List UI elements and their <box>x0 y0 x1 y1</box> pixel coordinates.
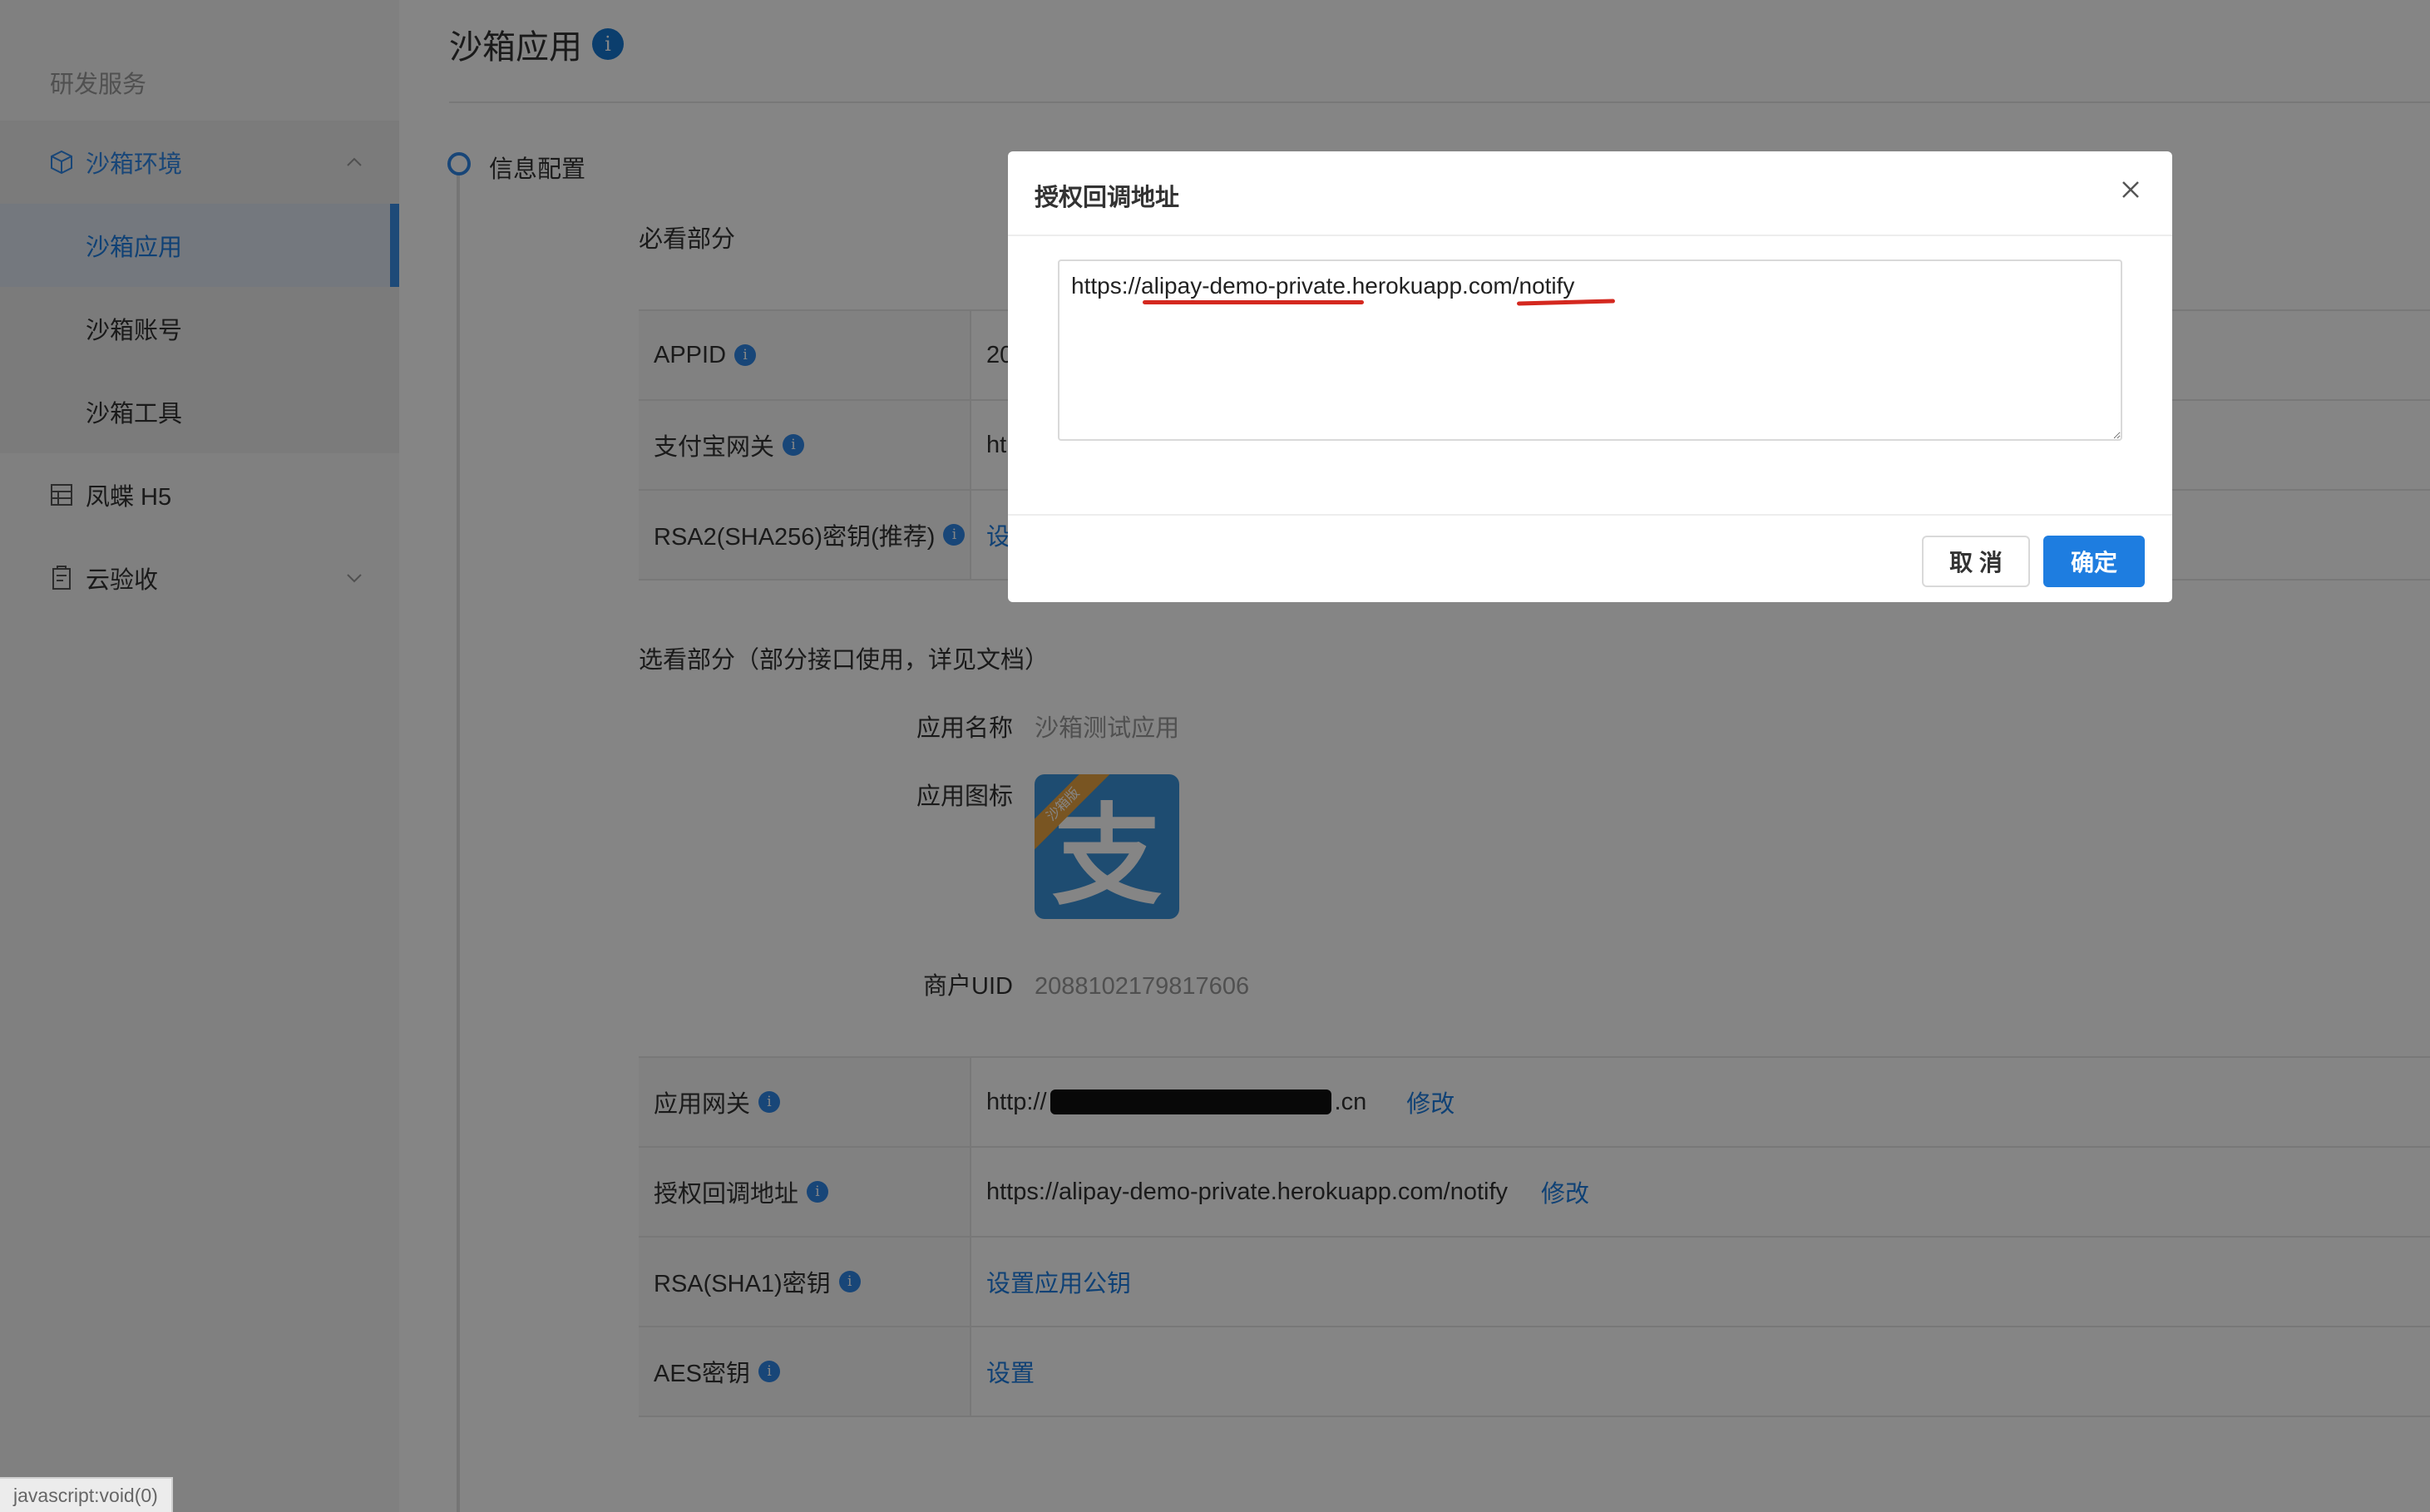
confirm-button[interactable]: 确定 <box>2043 536 2145 587</box>
modal-header: 授权回调地址 <box>1008 151 2172 236</box>
modal-footer: 取 消 确定 <box>1008 514 2172 604</box>
modal-title: 授权回调地址 <box>1035 185 1180 211</box>
callback-url-modal: 授权回调地址 https://alipay-demo-private.herok… <box>1008 151 2172 602</box>
callback-url-textarea[interactable]: https://alipay-demo-private.herokuapp.co… <box>1058 259 2122 441</box>
status-bar: javascript:void(0) <box>0 1477 173 1512</box>
cancel-button[interactable]: 取 消 <box>1922 536 2030 587</box>
annotation-underline <box>1143 300 1364 304</box>
close-icon[interactable] <box>2117 176 2144 203</box>
